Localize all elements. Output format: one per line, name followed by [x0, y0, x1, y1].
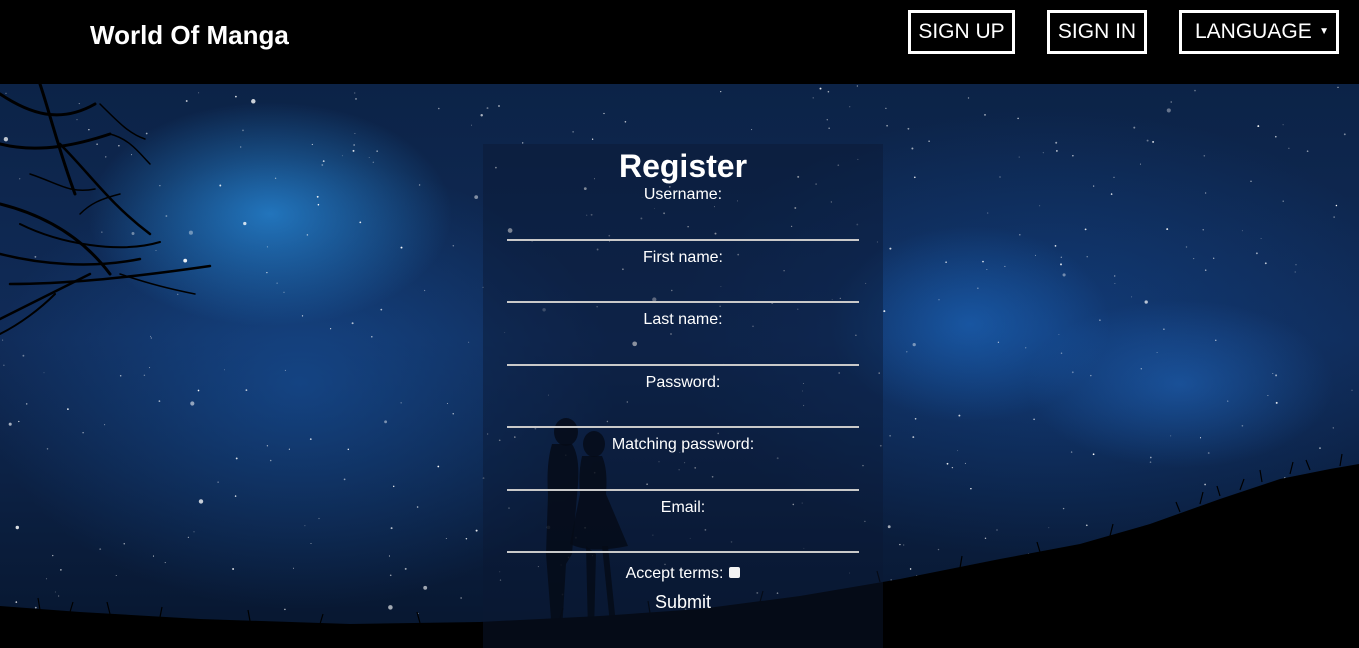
accept-terms-label: Accept terms: — [625, 565, 724, 582]
matching-password-label: Matching password: — [611, 436, 755, 453]
matching-password-input[interactable] — [507, 465, 859, 491]
email-input[interactable] — [507, 527, 859, 553]
register-title: Register — [618, 148, 748, 184]
submit-button[interactable]: Submit — [633, 592, 733, 614]
top-navbar: World Of Manga SIGN UP SIGN IN LANGUAGE … — [0, 0, 1359, 84]
email-label: Email: — [660, 499, 706, 516]
username-input[interactable] — [507, 215, 859, 241]
accept-terms-row: Accept terms: — [483, 565, 883, 583]
last-name-label: Last name: — [643, 311, 723, 328]
register-form: Register Username: First name: Last name… — [483, 144, 883, 648]
first-name-label: First name: — [642, 249, 723, 266]
accept-terms-checkbox[interactable] — [729, 567, 741, 578]
language-label: LANGUAGE — [1195, 20, 1312, 43]
first-name-input[interactable] — [507, 277, 859, 303]
site-brand[interactable]: World Of Manga — [90, 20, 289, 51]
sign-up-button[interactable]: SIGN UP — [908, 10, 1015, 54]
dropdown-arrow-icon: ▼ — [1319, 26, 1329, 37]
password-input[interactable] — [507, 402, 859, 428]
language-dropdown[interactable]: LANGUAGE ▼ — [1179, 10, 1339, 54]
tree-branches-icon — [0, 84, 212, 335]
username-label: Username: — [643, 186, 723, 203]
sign-in-button[interactable]: SIGN IN — [1047, 10, 1147, 54]
password-label: Password: — [645, 374, 721, 391]
last-name-input[interactable] — [507, 340, 859, 366]
